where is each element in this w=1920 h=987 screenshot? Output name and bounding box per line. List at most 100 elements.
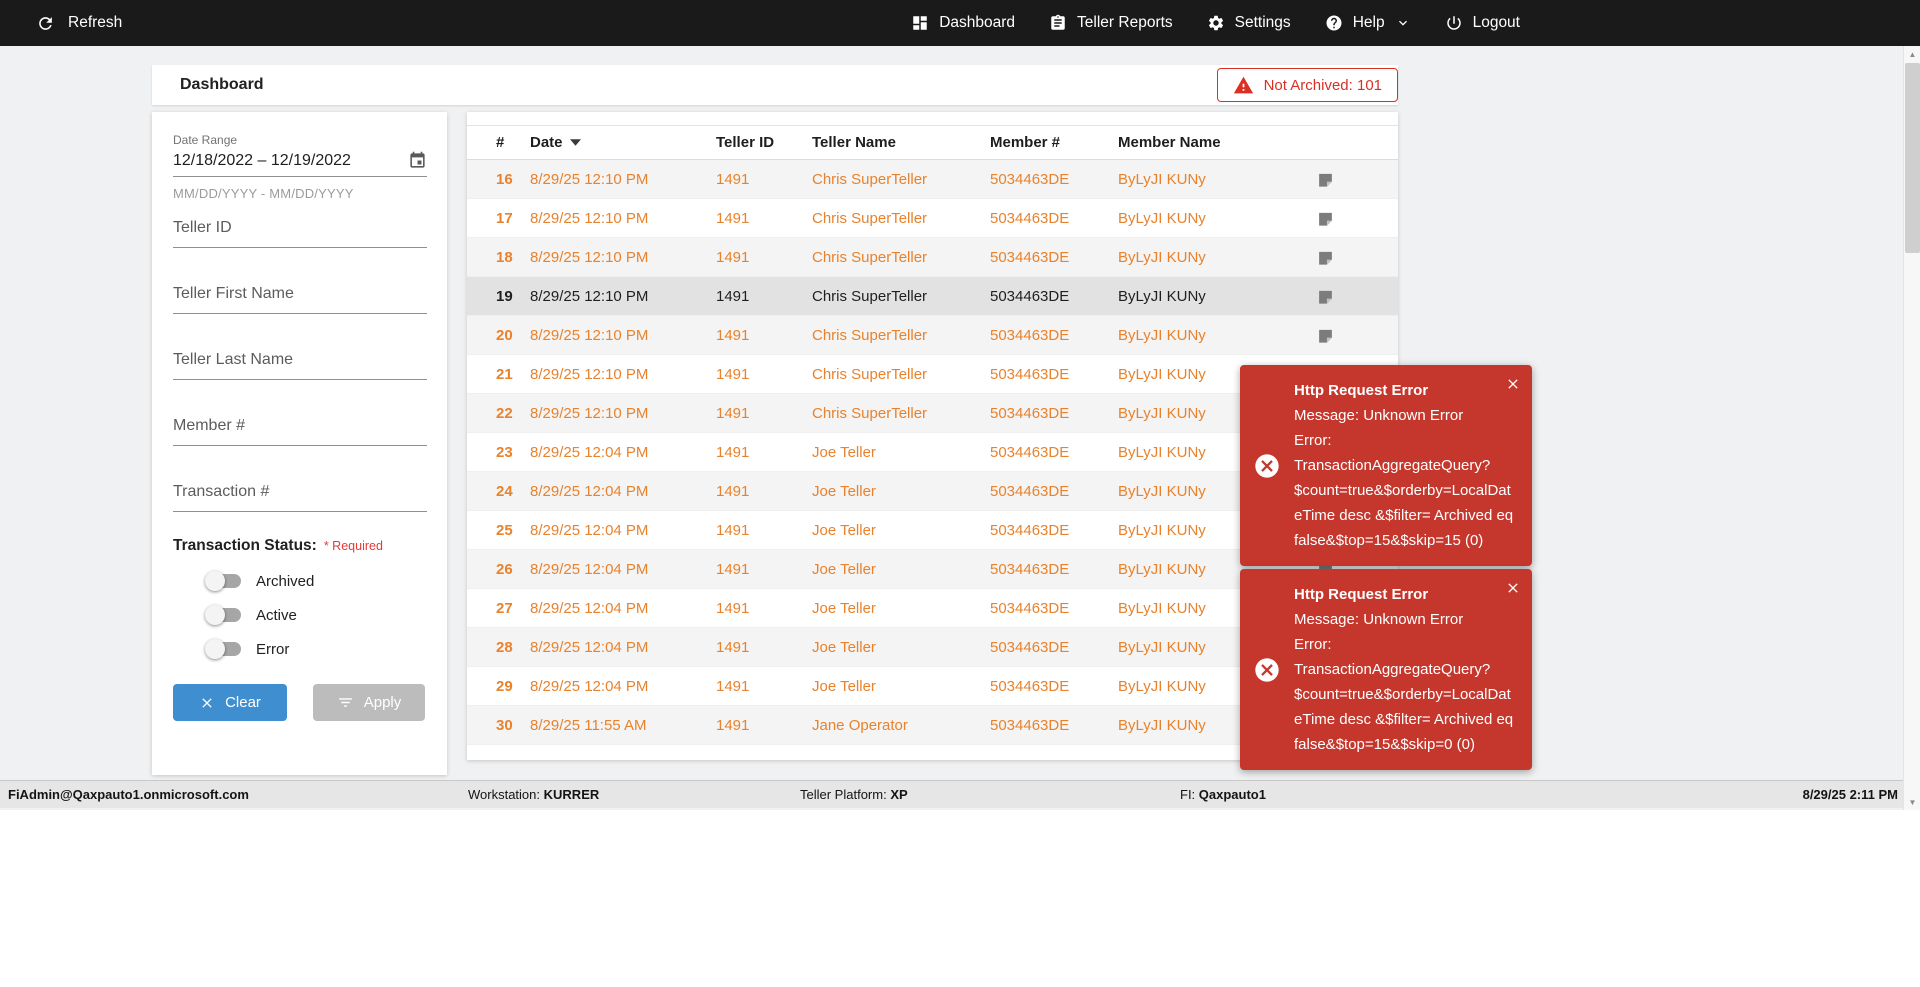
cell-member-num: 5034463DE xyxy=(990,288,1118,305)
scrollbar-thumb[interactable] xyxy=(1905,63,1920,253)
cell-member-num: 5034463DE xyxy=(990,210,1118,227)
cell-teller-name: Jane Operator xyxy=(812,717,990,734)
archived-switch-label: Archived xyxy=(256,573,314,590)
toast-close-icon[interactable] xyxy=(1505,580,1521,596)
toggle-error[interactable]: Error xyxy=(205,639,427,659)
transaction-status-text: Transaction Status: xyxy=(173,537,317,554)
toast-close-icon[interactable] xyxy=(1505,376,1521,392)
cell-member-num: 5034463DE xyxy=(990,522,1118,539)
cell-date: 8/29/25 12:10 PM xyxy=(530,288,716,305)
cell-teller-name: Chris SuperTeller xyxy=(812,327,990,344)
table-row[interactable]: 16 8/29/25 12:10 PM 1491 Chris SuperTell… xyxy=(467,160,1398,199)
refresh-icon xyxy=(36,14,55,33)
power-icon xyxy=(1445,14,1463,32)
status-fi: FI: Qaxpauto1 xyxy=(1180,781,1266,808)
cell-num: 30 xyxy=(496,717,530,734)
apply-button-label: Apply xyxy=(364,694,402,711)
status-platform-value: XP xyxy=(890,787,907,802)
cell-date: 8/29/25 12:04 PM xyxy=(530,522,716,539)
cell-member-name: ByLyJI KUNy xyxy=(1118,288,1317,305)
transaction-status-label: Transaction Status: * Required xyxy=(173,537,427,555)
scroll-down-icon[interactable]: ▼ xyxy=(1904,794,1920,810)
nav-item-label: Teller Reports xyxy=(1077,14,1173,32)
table-row[interactable]: 20 8/29/25 12:10 PM 1491 Chris SuperTell… xyxy=(467,316,1398,355)
transaction-number-field xyxy=(173,483,427,512)
toggle-archived[interactable]: Archived xyxy=(205,571,427,591)
not-archived-badge[interactable]: Not Archived: 101 xyxy=(1217,68,1398,102)
calendar-icon[interactable] xyxy=(408,151,427,170)
cell-member-num: 5034463DE xyxy=(990,600,1118,617)
table-header-row: # Date Teller ID Teller Name Member # Me… xyxy=(467,125,1398,160)
toggle-active[interactable]: Active xyxy=(205,605,427,625)
refresh-button[interactable]: Refresh xyxy=(0,14,122,33)
cell-num: 19 xyxy=(496,288,530,305)
scroll-up-icon[interactable]: ▲ xyxy=(1904,46,1920,62)
cell-member-name: ByLyJI KUNy xyxy=(1118,210,1317,227)
cell-teller-name: Chris SuperTeller xyxy=(812,405,990,422)
date-range-label: Date Range xyxy=(173,133,427,147)
active-switch[interactable] xyxy=(205,605,241,625)
nav-item-logout[interactable]: Logout xyxy=(1445,14,1520,32)
page-title: Dashboard xyxy=(152,76,264,94)
cell-num: 29 xyxy=(496,678,530,695)
teller-last-name-field xyxy=(173,351,427,380)
teller-first-name-field xyxy=(173,285,427,314)
date-range-field xyxy=(173,151,427,177)
cell-teller-name: Joe Teller xyxy=(812,561,990,578)
cell-date: 8/29/25 12:10 PM xyxy=(530,249,716,266)
cell-date: 8/29/25 12:04 PM xyxy=(530,639,716,656)
nav-item-label: Dashboard xyxy=(939,14,1015,32)
cell-date: 8/29/25 12:04 PM xyxy=(530,600,716,617)
filter-icon xyxy=(337,694,354,711)
member-number-input[interactable] xyxy=(173,417,427,435)
column-header-teller-id: Teller ID xyxy=(716,134,812,151)
error-circle-icon xyxy=(1253,656,1281,684)
column-header-date-label: Date xyxy=(530,134,563,151)
nav-menu: Dashboard Teller Reports Settings Help L… xyxy=(911,14,1920,32)
cell-teller-id: 1491 xyxy=(716,522,812,539)
member-number-field xyxy=(173,417,427,446)
nav-item-dashboard[interactable]: Dashboard xyxy=(911,14,1015,32)
clear-button-label: Clear xyxy=(225,694,261,711)
table-row[interactable]: 18 8/29/25 12:10 PM 1491 Chris SuperTell… xyxy=(467,238,1398,277)
apply-button[interactable]: Apply xyxy=(313,684,425,721)
table-row[interactable]: 19 8/29/25 12:10 PM 1491 Chris SuperTell… xyxy=(467,277,1398,316)
cell-date: 8/29/25 12:10 PM xyxy=(530,405,716,422)
cell-teller-id: 1491 xyxy=(716,561,812,578)
nav-item-label: Logout xyxy=(1473,14,1520,32)
teller-id-input[interactable] xyxy=(173,219,427,237)
required-indicator: * Required xyxy=(324,539,383,553)
clear-button[interactable]: Clear xyxy=(173,684,287,721)
cell-teller-id: 1491 xyxy=(716,639,812,656)
cell-num: 28 xyxy=(496,639,530,656)
cell-num: 17 xyxy=(496,210,530,227)
note-icon[interactable] xyxy=(1317,327,1334,344)
note-icon[interactable] xyxy=(1317,288,1334,305)
archived-switch[interactable] xyxy=(205,571,241,591)
note-icon[interactable] xyxy=(1317,171,1334,188)
cell-date: 8/29/25 12:10 PM xyxy=(530,366,716,383)
cell-member-num: 5034463DE xyxy=(990,639,1118,656)
cell-member-name: ByLyJI KUNy xyxy=(1118,327,1317,344)
toast-title: Http Request Error xyxy=(1294,378,1518,403)
nav-item-teller-reports[interactable]: Teller Reports xyxy=(1049,14,1173,32)
note-icon[interactable] xyxy=(1317,210,1334,227)
teller-last-name-input[interactable] xyxy=(173,351,427,369)
note-icon[interactable] xyxy=(1317,249,1334,266)
cell-member-num: 5034463DE xyxy=(990,717,1118,734)
nav-item-help[interactable]: Help xyxy=(1325,14,1411,32)
teller-first-name-input[interactable] xyxy=(173,285,427,303)
nav-item-settings[interactable]: Settings xyxy=(1207,14,1291,32)
cell-num: 25 xyxy=(496,522,530,539)
transaction-number-input[interactable] xyxy=(173,483,427,501)
vertical-scrollbar[interactable]: ▲ ▼ xyxy=(1903,46,1920,810)
cell-num: 18 xyxy=(496,249,530,266)
column-header-date[interactable]: Date xyxy=(530,134,716,151)
error-switch[interactable] xyxy=(205,639,241,659)
warning-triangle-icon xyxy=(1233,75,1254,96)
cell-date: 8/29/25 11:55 AM xyxy=(530,717,716,734)
date-range-input[interactable] xyxy=(173,152,408,170)
table-row[interactable]: 17 8/29/25 12:10 PM 1491 Chris SuperTell… xyxy=(467,199,1398,238)
toast-message: Message: Unknown Error xyxy=(1294,403,1518,428)
error-circle-icon xyxy=(1253,452,1281,480)
